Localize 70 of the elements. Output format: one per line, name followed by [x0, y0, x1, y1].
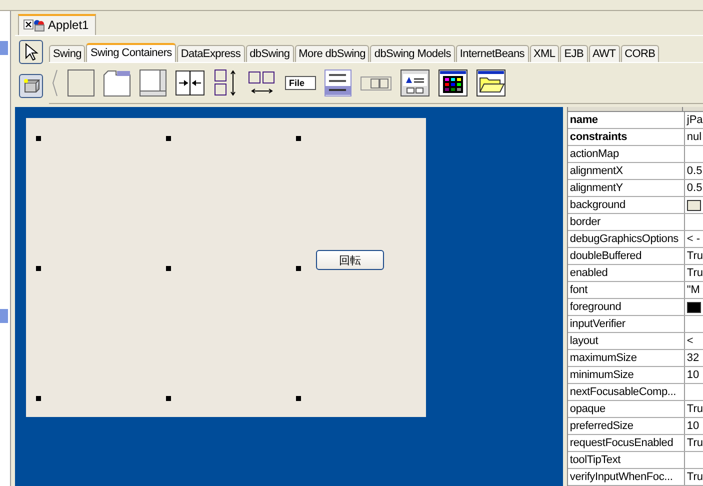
property-value[interactable]: 10: [686, 418, 700, 434]
property-value[interactable]: Tru: [686, 435, 703, 451]
palette-tab[interactable]: EJB: [560, 45, 588, 62]
property-value[interactable]: 0.5: [686, 163, 702, 179]
color-chooser-icon[interactable]: [438, 69, 468, 97]
selection-handle[interactable]: [296, 266, 301, 271]
palette-tab[interactable]: dbSwing Models: [370, 45, 455, 62]
property-value[interactable]: 0.5: [686, 180, 702, 196]
property-name[interactable]: alignmentX: [568, 163, 685, 179]
tabbed-pane-icon[interactable]: [103, 69, 131, 97]
property-value[interactable]: nul: [686, 129, 702, 145]
box-layout-icon[interactable]: [247, 70, 277, 96]
document-tab[interactable]: Applet1: [18, 14, 96, 35]
palette-tab[interactable]: Swing Containers: [86, 43, 176, 62]
palette-tab[interactable]: Swing: [49, 45, 86, 62]
applet-icon: [24, 20, 44, 32]
scroll-left-icon[interactable]: [51, 68, 59, 98]
bean-chooser-button[interactable]: [19, 74, 43, 98]
palette-tab[interactable]: More dbSwing: [294, 45, 370, 62]
property-value[interactable]: Tru: [686, 248, 703, 264]
column-header[interactable]: [682, 107, 703, 111]
palette-tab[interactable]: DataExpress: [176, 45, 245, 62]
palette-tab[interactable]: CORB: [620, 45, 660, 62]
property-value[interactable]: Tru: [686, 401, 703, 417]
selection-handle[interactable]: [36, 396, 41, 401]
palette-tab[interactable]: AWT: [588, 45, 620, 62]
property-name[interactable]: font: [568, 282, 685, 298]
pointer-tool-button[interactable]: [19, 40, 43, 64]
file-chooser-icon[interactable]: [476, 69, 506, 97]
property-name[interactable]: layout: [568, 333, 685, 349]
property-name[interactable]: opaque: [568, 401, 685, 417]
panel-component[interactable]: 回転: [26, 118, 426, 417]
selection-handle[interactable]: [166, 136, 171, 141]
property-value[interactable]: Tru: [686, 469, 703, 485]
selection-handle[interactable]: [166, 396, 171, 401]
property-value[interactable]: <: [686, 333, 694, 349]
property-value[interactable]: 32: [686, 350, 700, 366]
property-name[interactable]: doubleBuffered: [568, 248, 685, 264]
selection-handle[interactable]: [166, 266, 171, 271]
selection-handle[interactable]: [36, 136, 41, 141]
property-name[interactable]: constraints: [568, 129, 685, 145]
property-value[interactable]: < -: [686, 231, 700, 247]
palette-tab[interactable]: XML: [530, 45, 560, 62]
palette-tab[interactable]: dbSwing: [246, 45, 294, 62]
property-name[interactable]: preferredSize: [568, 418, 685, 434]
selection-handle[interactable]: [296, 396, 301, 401]
property-name[interactable]: maximumSize: [568, 350, 685, 366]
split-pane-icon[interactable]: [175, 70, 205, 96]
rotate-button[interactable]: 回転: [316, 250, 384, 270]
property-value[interactable]: "M: [686, 282, 700, 298]
selection-handle[interactable]: [36, 266, 41, 271]
color-swatch[interactable]: [686, 200, 701, 210]
property-value[interactable]: 10: [686, 367, 700, 383]
property-name[interactable]: requestFocusEnabled: [568, 435, 685, 451]
internal-frame-icon[interactable]: [400, 69, 430, 97]
popup-menu-icon[interactable]: [324, 69, 352, 97]
property-name[interactable]: alignmentY: [568, 180, 685, 196]
palette-tab[interactable]: InternetBeans: [456, 45, 528, 62]
property-name[interactable]: enabled: [568, 265, 685, 281]
scroll-pane-icon[interactable]: [139, 69, 167, 97]
property-name[interactable]: verifyInputWhenFoc...: [568, 469, 685, 485]
color-swatch[interactable]: [686, 302, 701, 312]
property-value[interactable]: jPa: [686, 112, 703, 128]
panel-icon[interactable]: [67, 69, 95, 97]
property-name[interactable]: name: [568, 112, 685, 128]
property-name[interactable]: debugGraphicsOptions: [568, 231, 685, 247]
property-name[interactable]: minimumSize: [568, 367, 685, 383]
menu-bar-icon[interactable]: File: [285, 76, 316, 90]
property-value[interactable]: Tru: [686, 265, 703, 281]
selection-handle[interactable]: [296, 136, 301, 141]
